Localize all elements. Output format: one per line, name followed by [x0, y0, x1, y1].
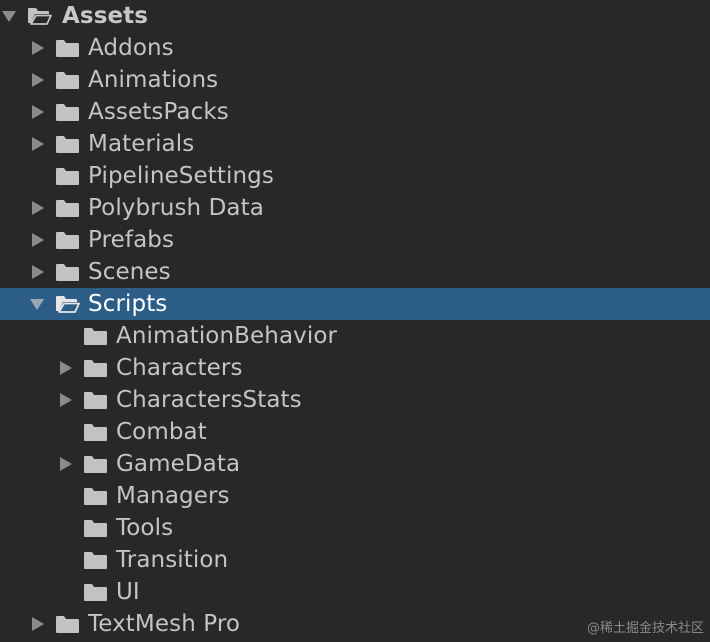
collapsed-arrow-icon[interactable]	[30, 616, 46, 632]
collapsed-arrow-icon[interactable]	[30, 232, 46, 248]
folder-icon	[83, 325, 108, 347]
tree-label: TextMesh Pro	[88, 611, 241, 637]
tree-row-polybrush-data[interactable]: Polybrush Data	[0, 192, 710, 224]
folder-icon	[83, 453, 108, 475]
tree-row-characters[interactable]: Characters	[0, 352, 710, 384]
tree-label: GameData	[116, 451, 241, 477]
tree-row-scenes[interactable]: Scenes	[0, 256, 710, 288]
expanded-arrow-icon[interactable]	[1, 8, 17, 24]
tree-row-managers[interactable]: Managers	[0, 480, 710, 512]
tree-row-assets[interactable]: Assets	[0, 0, 710, 32]
open-folder-icon	[27, 5, 52, 27]
tree-label: Addons	[88, 35, 174, 61]
folder-icon	[83, 357, 108, 379]
expanded-arrow-icon[interactable]	[29, 296, 45, 312]
watermark-text: @稀土掘金技术社区	[586, 621, 704, 636]
folder-icon	[55, 133, 80, 155]
tree-row-animations[interactable]: Animations	[0, 64, 710, 96]
tree-label: AnimationBehavior	[116, 323, 338, 349]
tree-row-assetspacks[interactable]: AssetsPacks	[0, 96, 710, 128]
collapsed-arrow-icon[interactable]	[30, 40, 46, 56]
folder-icon	[83, 421, 108, 443]
collapsed-arrow-icon[interactable]	[58, 456, 74, 472]
folder-icon	[55, 261, 80, 283]
tree-label: Polybrush Data	[88, 195, 264, 221]
folder-icon	[55, 101, 80, 123]
collapsed-arrow-icon[interactable]	[30, 136, 46, 152]
tree-label: Animations	[88, 67, 219, 93]
collapsed-arrow-icon[interactable]	[58, 360, 74, 376]
tree-label: Scenes	[88, 259, 171, 285]
tree-label: Characters	[116, 355, 243, 381]
tree-row-tools[interactable]: Tools	[0, 512, 710, 544]
collapsed-arrow-icon[interactable]	[30, 104, 46, 120]
tree-label: Managers	[116, 483, 230, 509]
collapsed-arrow-icon[interactable]	[30, 264, 46, 280]
collapsed-arrow-icon[interactable]	[58, 392, 74, 408]
open-folder-icon	[55, 293, 80, 315]
tree-label: Scripts	[88, 291, 168, 317]
tree-row-prefabs[interactable]: Prefabs	[0, 224, 710, 256]
collapsed-arrow-icon[interactable]	[30, 200, 46, 216]
tree-label: AssetsPacks	[88, 99, 229, 125]
tree-label: UI	[116, 579, 140, 605]
folder-icon	[83, 389, 108, 411]
folder-icon	[55, 613, 80, 635]
folder-icon	[55, 197, 80, 219]
tree-label: CharactersStats	[116, 387, 302, 413]
folder-icon	[55, 37, 80, 59]
tree-row-ui[interactable]: UI	[0, 576, 710, 608]
tree-label: Transition	[116, 547, 229, 573]
tree-label: Combat	[116, 419, 207, 445]
folder-icon	[83, 517, 108, 539]
folder-icon	[55, 69, 80, 91]
tree-label: Materials	[88, 131, 195, 157]
project-folder-tree: Assets Addons Animations AssetsPacks Mat…	[0, 0, 710, 640]
tree-row-transition[interactable]: Transition	[0, 544, 710, 576]
collapsed-arrow-icon[interactable]	[30, 72, 46, 88]
tree-row-animationbehavior[interactable]: AnimationBehavior	[0, 320, 710, 352]
folder-icon	[83, 581, 108, 603]
tree-row-gamedata[interactable]: GameData	[0, 448, 710, 480]
tree-row-scripts[interactable]: Scripts	[0, 288, 710, 320]
folder-icon	[83, 549, 108, 571]
tree-label: Prefabs	[88, 227, 175, 253]
folder-icon	[83, 485, 108, 507]
tree-row-addons[interactable]: Addons	[0, 32, 710, 64]
folder-icon	[55, 229, 80, 251]
tree-row-materials[interactable]: Materials	[0, 128, 710, 160]
tree-label-assets: Assets	[62, 3, 149, 29]
tree-row-charactersstats[interactable]: CharactersStats	[0, 384, 710, 416]
tree-row-combat[interactable]: Combat	[0, 416, 710, 448]
tree-label: Tools	[116, 515, 174, 541]
tree-row-pipelinesettings[interactable]: PipelineSettings	[0, 160, 710, 192]
folder-icon	[55, 165, 80, 187]
tree-label: PipelineSettings	[88, 163, 274, 189]
